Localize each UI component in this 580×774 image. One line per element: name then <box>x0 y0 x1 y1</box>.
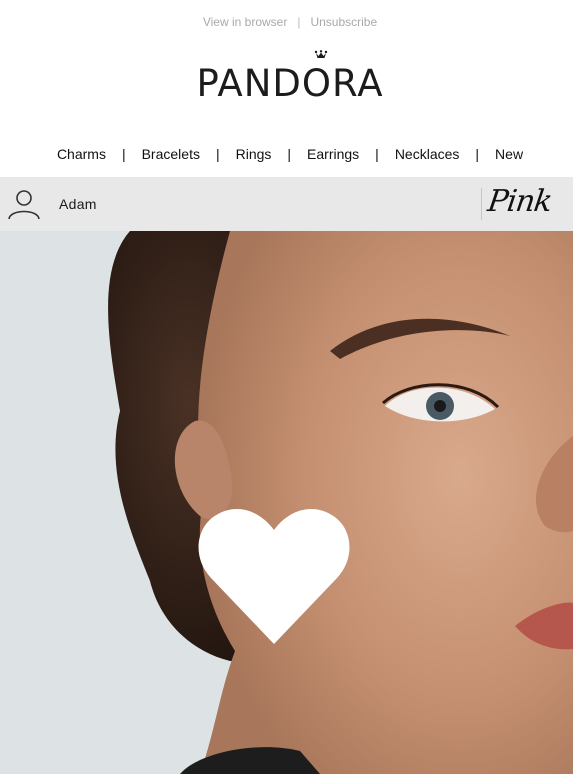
crown-icon <box>315 50 328 58</box>
logo-area: PANDORA <box>0 44 580 132</box>
nav-separator: | <box>375 146 379 162</box>
preheader-separator: | <box>297 15 301 29</box>
view-in-browser-link[interactable]: View in browser <box>203 15 287 29</box>
hero-portrait <box>0 231 573 774</box>
nav-item-rings[interactable]: Rings <box>236 146 272 162</box>
pink-campaign-label[interactable]: Pink <box>485 184 553 219</box>
user-name: Adam <box>59 196 97 212</box>
pandora-logo[interactable]: PANDORA <box>196 50 384 105</box>
nav-separator: | <box>121 146 126 162</box>
unsubscribe-link[interactable]: Unsubscribe <box>310 15 377 29</box>
hero-image[interactable] <box>0 231 573 774</box>
nav-item-earrings[interactable]: Earrings <box>307 146 359 162</box>
nav-item-bracelets[interactable]: Bracelets <box>142 146 200 162</box>
category-nav: Charms | Bracelets | Rings | Earrings | … <box>0 132 580 176</box>
nav-separator: | <box>287 146 292 162</box>
nav-separator: | <box>475 146 480 162</box>
nav-item-new[interactable]: New <box>495 146 523 162</box>
user-bar: Adam Pink <box>0 177 573 231</box>
logo-text: PANDORA <box>196 62 384 105</box>
nav-separator: | <box>215 146 220 162</box>
right-margin <box>573 0 580 774</box>
pink-divider <box>481 188 482 220</box>
nav-item-charms[interactable]: Charms <box>57 146 106 162</box>
heart-icon[interactable] <box>198 506 350 644</box>
user-icon[interactable] <box>8 188 40 220</box>
nav-item-necklaces[interactable]: Necklaces <box>395 146 460 162</box>
preheader-bar: View in browser | Unsubscribe <box>0 0 580 44</box>
